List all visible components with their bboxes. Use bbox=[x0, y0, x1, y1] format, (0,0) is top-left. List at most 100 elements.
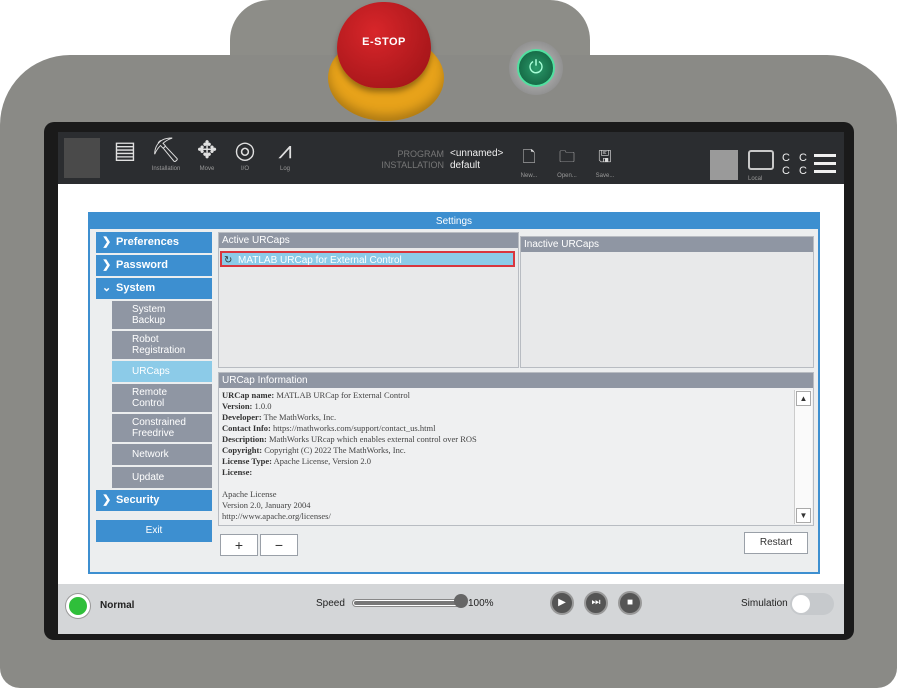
log-icon: ⩘ bbox=[278, 137, 292, 164]
nav-password-label: Password bbox=[116, 259, 168, 271]
simulation-label: Simulation bbox=[741, 598, 788, 609]
info-label: Copyright: bbox=[222, 445, 263, 455]
footer-bar: Normal Speed 100% ▶ ⏭ ■ Simulation bbox=[58, 584, 844, 634]
open-folder-icon: 🗀 bbox=[558, 149, 575, 166]
info-value: https://mathworks.com/support/contact_us… bbox=[273, 423, 436, 433]
info-label: License Type: bbox=[222, 456, 272, 466]
tab-label: Move bbox=[199, 166, 215, 172]
speed-label: Speed bbox=[316, 598, 345, 609]
inactive-urcaps-panel: Inactive URCaps bbox=[520, 236, 814, 368]
info-value: Apache License, Version 2.0 bbox=[273, 456, 371, 466]
chevron-right-icon: ❯ bbox=[102, 494, 112, 506]
nav-preferences-label: Preferences bbox=[116, 236, 179, 248]
local-mode-icon[interactable] bbox=[748, 150, 774, 170]
power-icon[interactable]: ⏻ bbox=[517, 49, 555, 87]
run-tab[interactable] bbox=[64, 138, 100, 178]
remove-urcap-button[interactable]: − bbox=[260, 534, 298, 556]
stop-button[interactable]: ■ bbox=[618, 591, 642, 615]
info-label: URCap name: bbox=[222, 390, 275, 400]
save-button[interactable]: 🖫 Save... bbox=[590, 146, 620, 179]
info-scrollbar[interactable]: ▲ ▼ bbox=[794, 390, 812, 524]
tab-label: Log bbox=[279, 166, 290, 172]
move-tab[interactable]: ✥ Move bbox=[190, 136, 224, 182]
main-content: Settings ❯ Preferences ❯ Password ⌄ Syst… bbox=[58, 184, 844, 584]
info-label: Contact Info: bbox=[222, 423, 271, 433]
scroll-up-icon[interactable]: ▲ bbox=[796, 391, 811, 406]
new-file-label: New... bbox=[520, 173, 538, 179]
exit-button[interactable]: Exit bbox=[96, 520, 212, 542]
program-value: <unnamed> bbox=[450, 148, 504, 159]
log-tab[interactable]: ⩘ Log bbox=[268, 136, 302, 182]
chevron-right-icon: ❯ bbox=[102, 236, 112, 248]
nav-security[interactable]: ❯ Security bbox=[96, 490, 212, 511]
tab-label: Installation bbox=[151, 166, 181, 172]
speed-slider-handle[interactable] bbox=[454, 594, 468, 608]
tab-label: I/O bbox=[240, 166, 249, 172]
io-icon: ◎ bbox=[234, 137, 256, 164]
cc-indicator: C C C C bbox=[782, 152, 810, 177]
hamburger-menu-icon[interactable] bbox=[814, 154, 836, 178]
status-indicator[interactable] bbox=[66, 594, 90, 618]
info-value: The MathWorks, Inc. bbox=[263, 412, 337, 422]
info-value: Copyright (C) 2022 The MathWorks, Inc. bbox=[264, 445, 406, 455]
nav-password[interactable]: ❯ Password bbox=[96, 255, 212, 276]
nav-robot-registration[interactable]: Robot Registration bbox=[112, 331, 212, 359]
program-installation-labels: PROGRAM INSTALLATION bbox=[380, 149, 444, 171]
program-icon: ▤ bbox=[113, 137, 137, 164]
nav-remote-control[interactable]: Remote Control bbox=[112, 384, 212, 412]
header-toolbar: ▤ ⛏ Installation ✥ Move ◎ I/O ⩘ Log PROG… bbox=[58, 132, 844, 184]
info-label: Description: bbox=[222, 434, 267, 444]
speed-slider-fill bbox=[354, 601, 460, 605]
program-tab[interactable]: ▤ bbox=[108, 136, 142, 182]
new-file-button[interactable]: 🗋 New... bbox=[514, 146, 544, 179]
urcap-list-item[interactable]: ↻ MATLAB URCap for External Control bbox=[220, 251, 515, 267]
info-value: MATLAB URCap for External Control bbox=[276, 390, 410, 400]
simulation-toggle[interactable] bbox=[790, 593, 834, 615]
installation-value: default bbox=[450, 160, 481, 171]
status-label: Normal bbox=[100, 600, 135, 611]
speed-value: 100% bbox=[468, 598, 494, 609]
nav-constrained-freedrive[interactable]: Constrained Freedrive bbox=[112, 414, 212, 442]
estop-label: E-STOP bbox=[362, 36, 406, 48]
settings-title: Settings bbox=[90, 214, 818, 229]
nav-update[interactable]: Update bbox=[112, 467, 212, 488]
info-label: Developer: bbox=[222, 412, 262, 422]
active-urcaps-panel: Active URCaps ↻ MATLAB URCap for Externa… bbox=[218, 232, 519, 368]
add-urcap-button[interactable]: + bbox=[220, 534, 258, 556]
urcap-information-text: URCap name: MATLAB URCap for External Co… bbox=[221, 390, 791, 525]
simulation-toggle-knob bbox=[792, 595, 810, 613]
restart-button[interactable]: Restart bbox=[744, 532, 808, 554]
active-urcaps-header: Active URCaps bbox=[219, 233, 518, 248]
nav-system-label: System bbox=[116, 282, 156, 294]
io-tab[interactable]: ◎ I/O bbox=[228, 136, 262, 182]
play-button[interactable]: ▶ bbox=[550, 591, 574, 615]
open-label: Open... bbox=[557, 173, 577, 179]
license-text: http://www.apache.org/licenses/ bbox=[222, 511, 331, 521]
license-text: Apache License bbox=[222, 489, 277, 499]
urcap-information-panel: URCap Information URCap name: MATLAB URC… bbox=[218, 372, 814, 526]
new-file-icon: 🗋 bbox=[522, 149, 536, 166]
save-icon: 🖫 bbox=[598, 149, 612, 166]
chevron-down-icon: ⌄ bbox=[102, 282, 112, 294]
info-value: MathWorks URcap which enables external c… bbox=[268, 434, 477, 444]
loading-icon: ↻ bbox=[224, 255, 233, 266]
open-button[interactable]: 🗀 Open... bbox=[552, 146, 582, 179]
move-icon: ✥ bbox=[196, 137, 218, 164]
chevron-right-icon: ❯ bbox=[102, 259, 112, 271]
settings-dialog: Settings ❯ Preferences ❯ Password ⌄ Syst… bbox=[88, 212, 820, 574]
nav-system-backup[interactable]: System Backup bbox=[112, 301, 212, 329]
nav-preferences[interactable]: ❯ Preferences bbox=[96, 232, 212, 253]
speed-slider[interactable] bbox=[352, 599, 462, 607]
step-button[interactable]: ⏭ bbox=[584, 591, 608, 615]
nav-security-label: Security bbox=[116, 494, 160, 506]
license-text: Version 2.0, January 2004 bbox=[222, 500, 311, 510]
nav-system[interactable]: ⌄ System bbox=[96, 278, 212, 299]
scroll-down-icon[interactable]: ▼ bbox=[796, 508, 811, 523]
program-installation-values: <unnamed> default bbox=[450, 148, 503, 172]
program-label: PROGRAM bbox=[397, 149, 444, 159]
settings-nav: ❯ Preferences ❯ Password ⌄ System System… bbox=[96, 232, 212, 513]
installation-tab[interactable]: ⛏ Installation bbox=[146, 136, 186, 182]
tab-placeholder bbox=[710, 150, 738, 180]
nav-urcaps[interactable]: URCaps bbox=[112, 361, 212, 382]
nav-network[interactable]: Network bbox=[112, 444, 212, 465]
